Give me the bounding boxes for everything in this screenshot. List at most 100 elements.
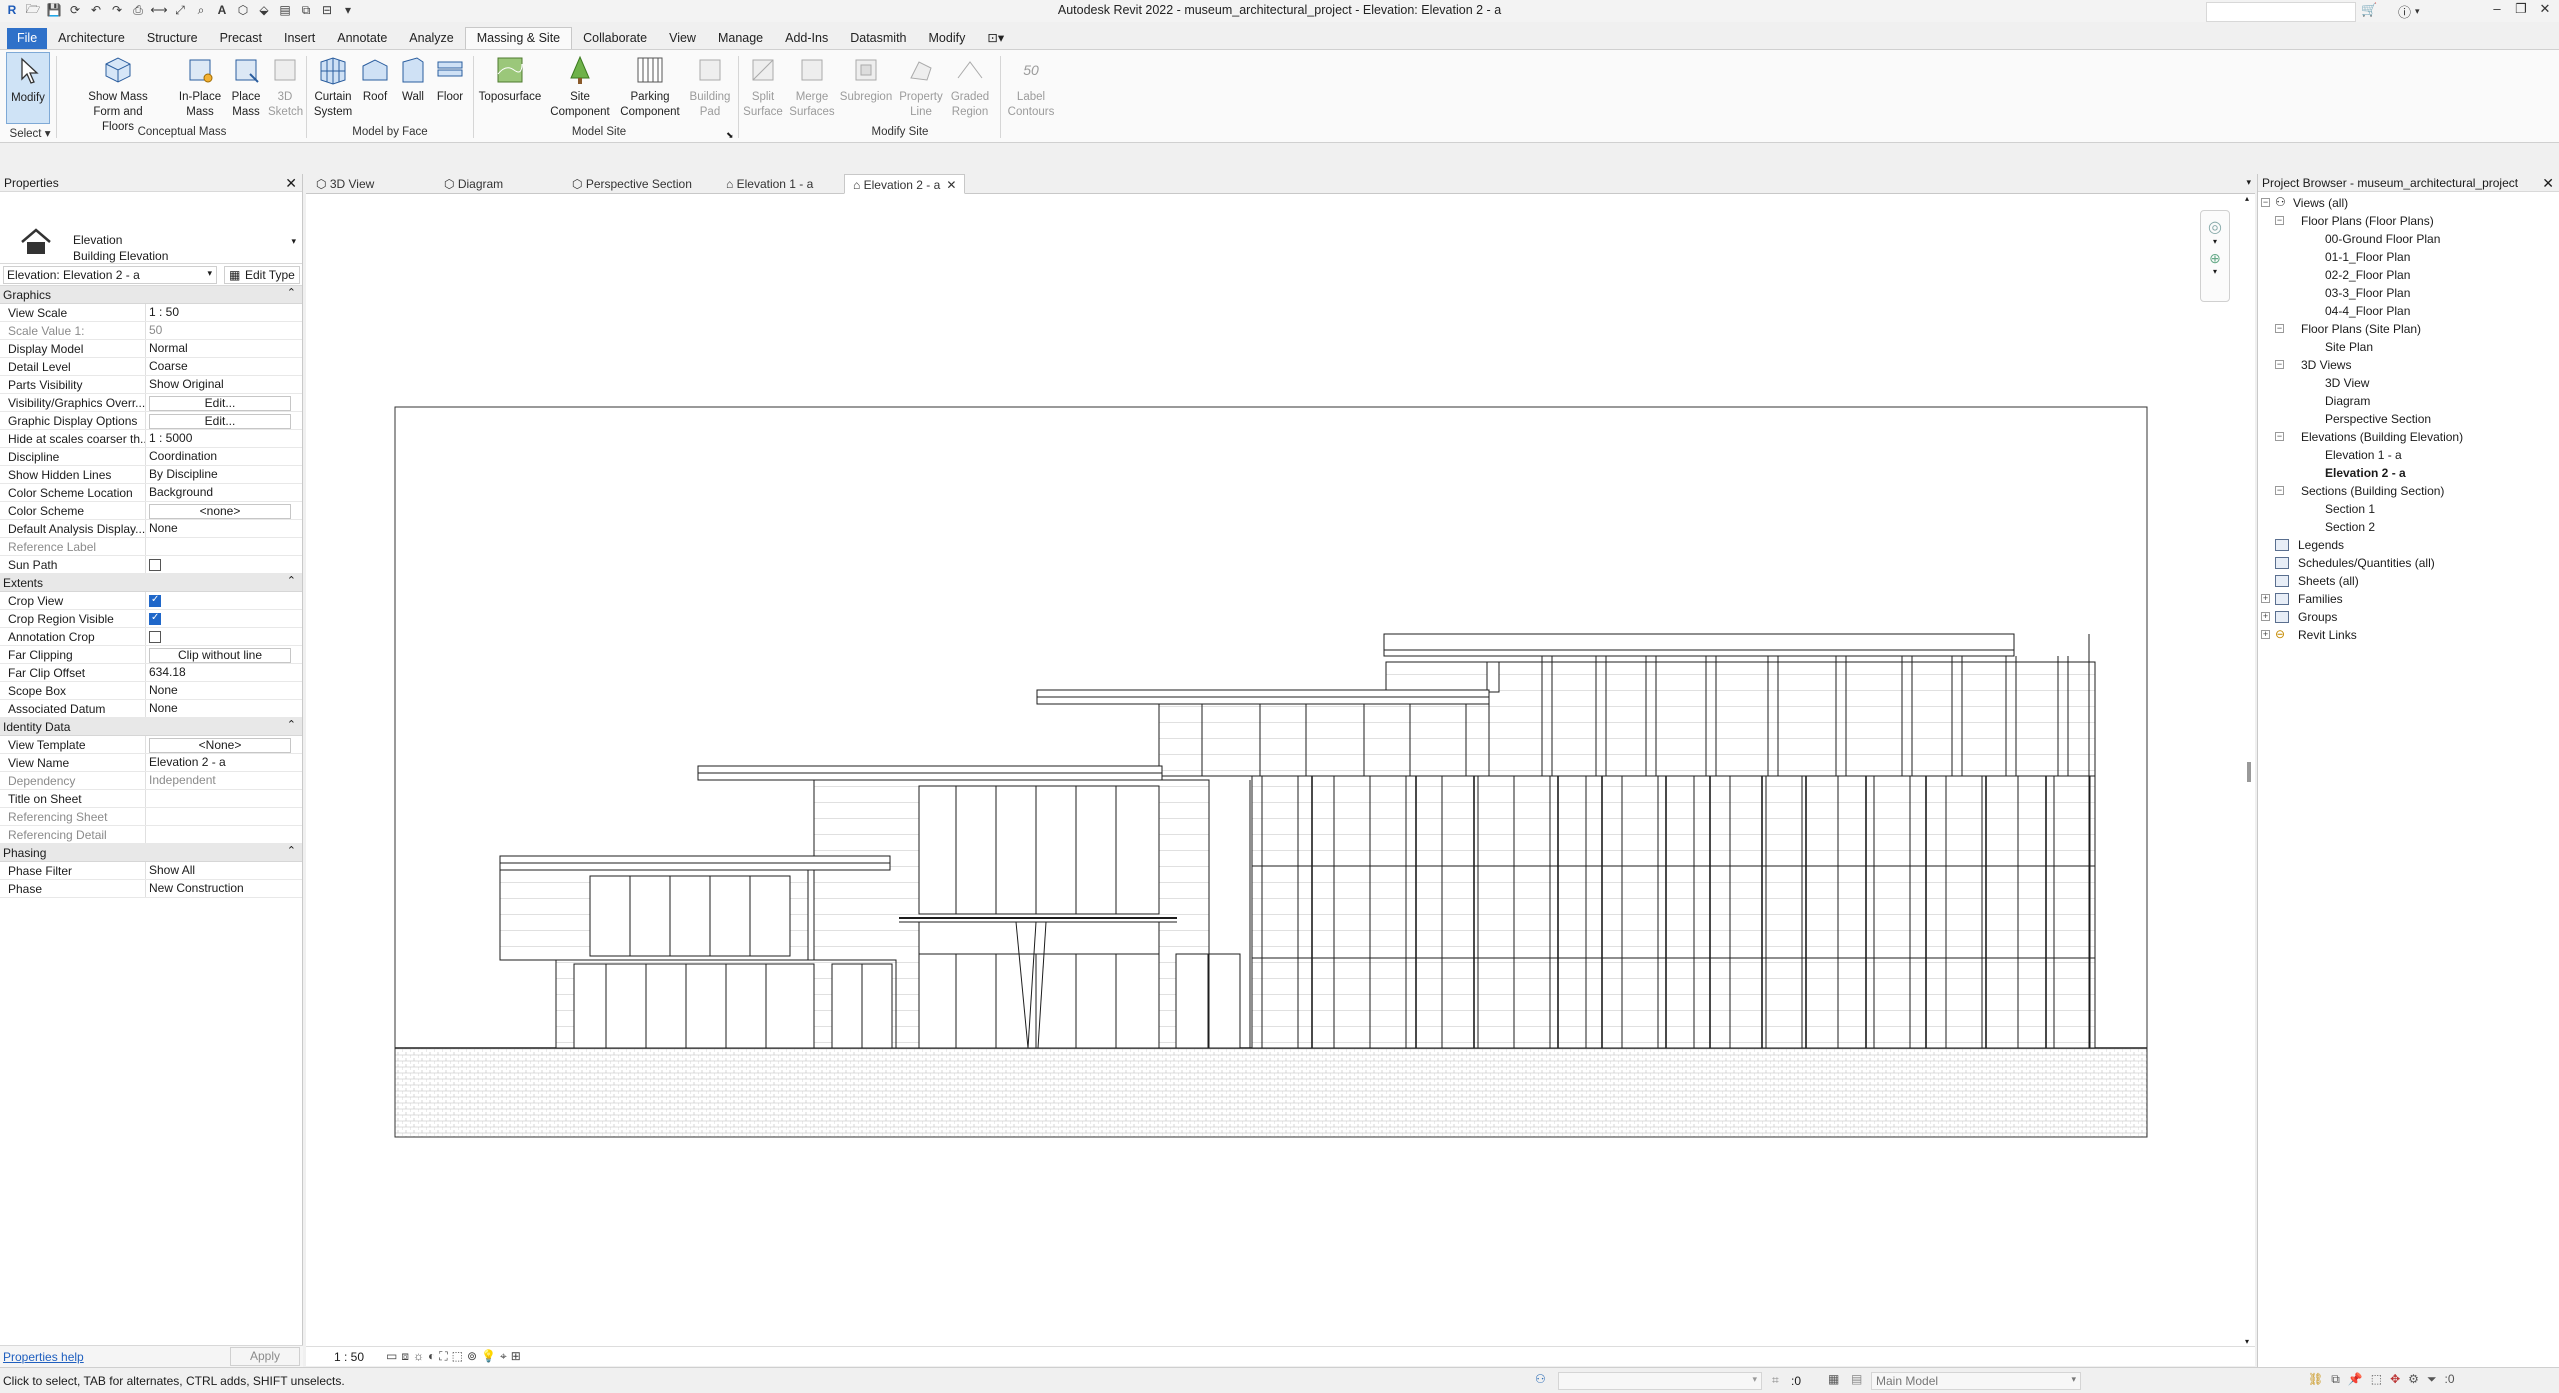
property-row[interactable]: Dependency Independent <box>0 772 302 790</box>
property-value[interactable]: Coarse <box>146 358 302 375</box>
property-line-button[interactable]: Property Line <box>896 52 946 120</box>
tree-view-item[interactable]: Site Plan <box>2258 338 2559 356</box>
property-row[interactable]: Show Hidden Lines By Discipline <box>0 466 302 484</box>
wall-button[interactable]: Wall <box>396 52 430 105</box>
toposurface-button[interactable]: Toposurface <box>476 52 544 105</box>
property-row[interactable]: Display Model Normal <box>0 340 302 358</box>
analytical-model-icon[interactable]: ⌖ <box>500 1349 507 1364</box>
type-selector[interactable]: Elevation Building Elevation ▾ <box>0 192 302 264</box>
tree-view-item[interactable]: 04-4_Floor Plan <box>2258 302 2559 320</box>
property-checkbox[interactable] <box>146 610 302 627</box>
collapse-icon[interactable]: ⌃ <box>287 574 296 587</box>
tab-massing-site[interactable]: Massing & Site <box>464 27 573 49</box>
search-box[interactable] <box>2206 2 2356 22</box>
building-pad-button[interactable]: Building Pad <box>686 52 734 120</box>
graded-region-button[interactable]: Graded Region <box>946 52 994 120</box>
property-row[interactable]: Referencing Sheet <box>0 808 302 826</box>
tree-view-item[interactable]: Diagram <box>2258 392 2559 410</box>
help-icon[interactable]: ⓘ <box>2398 2 2411 21</box>
property-value[interactable] <box>146 790 302 807</box>
tree-3d-views[interactable]: −3D Views <box>2258 356 2559 374</box>
property-value[interactable]: Normal <box>146 340 302 357</box>
property-checkbox[interactable] <box>146 592 302 609</box>
property-row[interactable]: Visibility/Graphics Overr... Edit... <box>0 394 302 412</box>
checkbox[interactable] <box>149 559 161 571</box>
exclude-options-icon[interactable]: ▤ <box>1851 1372 1862 1386</box>
3d-sketch-button[interactable]: 3D Sketch <box>268 52 303 120</box>
property-row[interactable]: View Name Elevation 2 - a <box>0 754 302 772</box>
property-row[interactable]: Hide at scales coarser th... 1 : 5000 <box>0 430 302 448</box>
property-value[interactable]: None <box>146 520 302 537</box>
floor-button[interactable]: Floor <box>432 52 468 105</box>
property-row[interactable]: Crop Region Visible <box>0 610 302 628</box>
property-button[interactable]: <None> <box>146 736 302 753</box>
property-row[interactable]: View Template <None> <box>0 736 302 754</box>
tree-groups[interactable]: + Groups <box>2258 608 2559 626</box>
tree-families[interactable]: + Families <box>2258 590 2559 608</box>
property-value[interactable]: New Construction <box>146 880 302 897</box>
property-row[interactable]: Color Scheme <none> <box>0 502 302 520</box>
detail-level-icon[interactable]: ▭ <box>386 1349 397 1364</box>
collapse-icon[interactable]: ⌃ <box>287 286 296 299</box>
group-phasing[interactable]: Phasing ⌃ <box>0 844 302 862</box>
tree-floor-plans[interactable]: − Floor Plans (Floor Plans) <box>2258 212 2559 230</box>
property-button[interactable]: Edit... <box>146 394 302 411</box>
property-button[interactable]: Edit... <box>146 412 302 429</box>
minimize-icon[interactable]: – <box>2486 1 2508 21</box>
tree-sections[interactable]: − Sections (Building Section) <box>2258 482 2559 500</box>
select-panel-label[interactable]: Select ▾ <box>6 126 54 140</box>
tree-site-plans[interactable]: − Floor Plans (Site Plan) <box>2258 320 2559 338</box>
nav-dropdown-icon[interactable]: ▾ <box>2201 237 2229 246</box>
highlight-displacement-icon[interactable]: ⊞ <box>511 1349 521 1364</box>
show-mass-button[interactable]: Show Mass Form and Floors <box>84 52 152 135</box>
active-design-option[interactable]: Main Model ▾ <box>1871 1372 2081 1390</box>
property-row[interactable]: Far Clipping Clip without line <box>0 646 302 664</box>
close-tab-icon[interactable]: ✕ <box>946 178 956 192</box>
tree-view-item[interactable]: Elevation 2 - a <box>2258 464 2559 482</box>
tree-view-item[interactable]: 02-2_Floor Plan <box>2258 266 2559 284</box>
tree-view-item[interactable]: 3D View <box>2258 374 2559 392</box>
curtain-system-button[interactable]: Curtain System <box>310 52 356 120</box>
editable-only-icon[interactable]: ⌗ <box>1772 1373 1779 1388</box>
split-surface-button[interactable]: Split Surface <box>740 52 786 120</box>
property-row[interactable]: Annotation Crop <box>0 628 302 646</box>
property-row[interactable]: Discipline Coordination <box>0 448 302 466</box>
property-row[interactable]: View Scale 1 : 50 <box>0 304 302 322</box>
property-row[interactable]: Sun Path <box>0 556 302 574</box>
close-properties-icon[interactable]: ✕ <box>285 175 297 192</box>
tree-views-all[interactable]: − ⚇ Views (all) <box>2258 194 2559 212</box>
tab-analyze[interactable]: Analyze <box>398 28 464 49</box>
property-row[interactable]: Parts Visibility Show Original <box>0 376 302 394</box>
edit-type-button[interactable]: ▦ Edit Type <box>224 266 300 284</box>
property-row[interactable]: Detail Level Coarse <box>0 358 302 376</box>
reveal-hidden-icon[interactable]: 💡 <box>481 1349 496 1364</box>
property-row[interactable]: Scope Box None <box>0 682 302 700</box>
group-extents[interactable]: Extents ⌃ <box>0 574 302 592</box>
tab-datasmith[interactable]: Datasmith <box>839 28 917 49</box>
steering-wheel-icon[interactable]: ◎ <box>2201 217 2229 237</box>
tab-manage[interactable]: Manage <box>707 28 774 49</box>
zoom-dropdown-icon[interactable]: ▾ <box>2201 267 2229 276</box>
tab-annotate[interactable]: Annotate <box>326 28 398 49</box>
tab-file[interactable]: File <box>7 28 48 49</box>
tree-legends[interactable]: Legends <box>2258 536 2559 554</box>
background-processes-icon[interactable]: ⚙ <box>2408 1372 2419 1387</box>
properties-help-link[interactable]: Properties help <box>3 1350 84 1364</box>
tree-view-item[interactable]: Section 1 <box>2258 500 2559 518</box>
property-value[interactable]: Background <box>146 484 302 501</box>
temp-hide-icon[interactable]: ⊚ <box>467 1349 477 1364</box>
property-row[interactable]: Reference Label <box>0 538 302 556</box>
property-value[interactable]: None <box>146 700 302 717</box>
tab-structure[interactable]: Structure <box>136 28 209 49</box>
roof-button[interactable]: Roof <box>358 52 392 105</box>
select-links-icon[interactable]: ⛓ <box>2308 1372 2323 1387</box>
property-row[interactable]: Referencing Detail <box>0 826 302 844</box>
collapse-icon[interactable]: ⌃ <box>287 844 296 857</box>
show-crop-icon[interactable]: ⬚ <box>452 1349 463 1364</box>
property-value[interactable]: None <box>146 682 302 699</box>
modify-button[interactable]: Modify <box>6 52 50 124</box>
property-checkbox[interactable] <box>146 556 302 573</box>
property-button[interactable]: <none> <box>146 502 302 519</box>
contextual-tab-menu-icon[interactable]: ⊡▾ <box>976 27 1015 49</box>
shadows-icon[interactable]: ◐ <box>428 1349 435 1364</box>
